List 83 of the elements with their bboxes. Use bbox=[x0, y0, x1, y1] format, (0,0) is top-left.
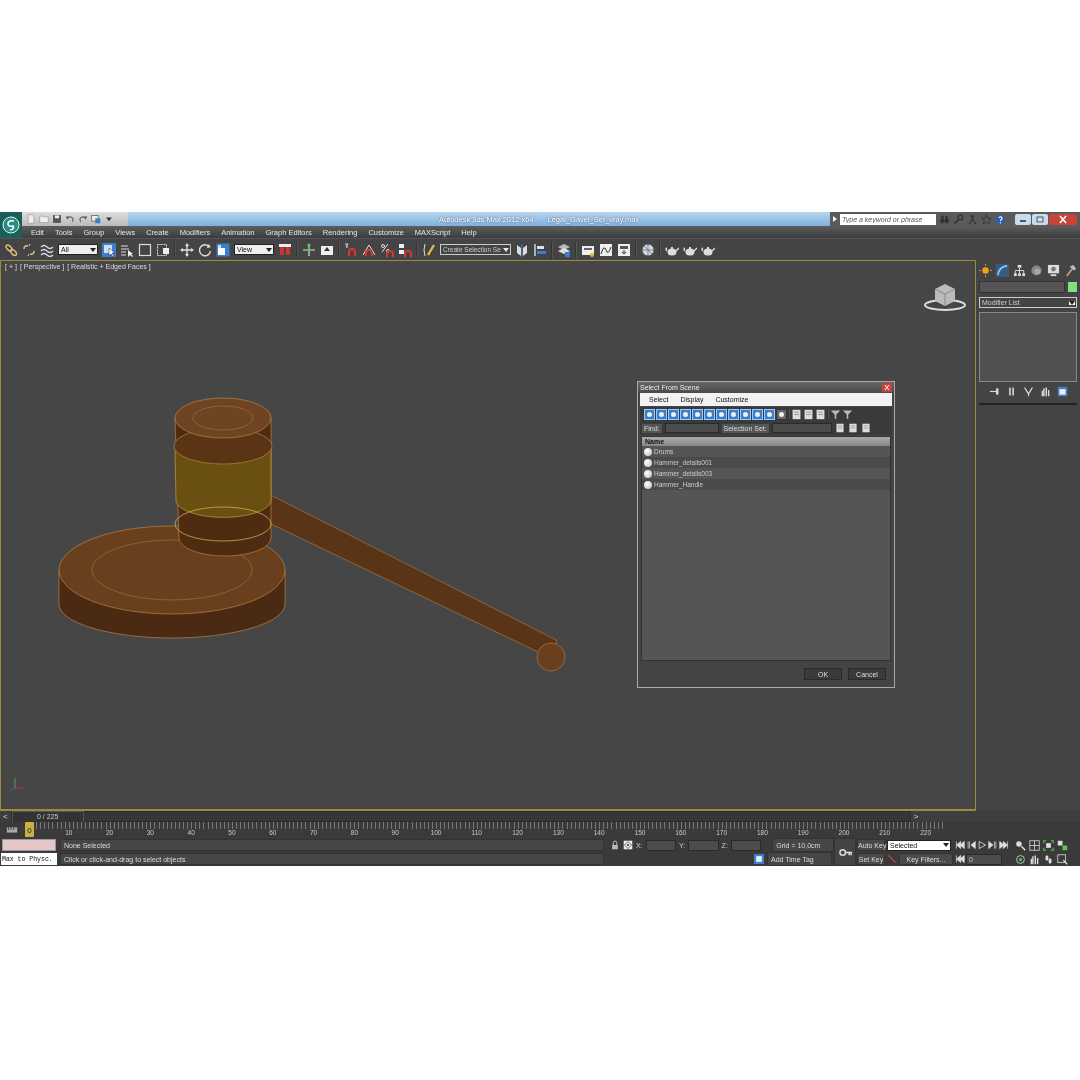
maximize-button[interactable] bbox=[1032, 213, 1048, 225]
sun-icon[interactable] bbox=[979, 264, 992, 277]
floppy-icon[interactable] bbox=[52, 214, 62, 224]
orbit-icon[interactable] bbox=[1015, 853, 1026, 865]
sphere-icon[interactable] bbox=[640, 242, 655, 257]
list-icon[interactable] bbox=[120, 242, 134, 257]
page-icon[interactable] bbox=[791, 408, 802, 420]
curve-icon[interactable] bbox=[996, 264, 1009, 277]
move-icon[interactable] bbox=[180, 242, 194, 257]
cursor-icon[interactable] bbox=[102, 242, 116, 257]
prev-frame-icon[interactable] bbox=[966, 840, 976, 850]
foot-icon[interactable] bbox=[1043, 853, 1054, 865]
close-button[interactable] bbox=[1049, 213, 1077, 225]
rectangle-icon[interactable] bbox=[138, 242, 152, 257]
color-swatch[interactable] bbox=[1068, 282, 1077, 292]
page-icon[interactable] bbox=[803, 408, 814, 420]
corner-icon[interactable] bbox=[1057, 853, 1068, 865]
redo-icon[interactable] bbox=[78, 214, 88, 224]
hierarchy-icon[interactable] bbox=[1013, 264, 1026, 277]
crosshair-icon[interactable] bbox=[302, 242, 316, 257]
hammer-icon[interactable] bbox=[1064, 264, 1077, 277]
chain-icon[interactable] bbox=[4, 242, 18, 257]
name-field[interactable] bbox=[979, 281, 1065, 293]
fork-icon[interactable] bbox=[1022, 386, 1034, 397]
mirror-icon[interactable] bbox=[514, 242, 529, 257]
pin-icon[interactable] bbox=[988, 386, 1000, 397]
stack-icon[interactable] bbox=[1056, 386, 1068, 397]
key-button[interactable] bbox=[834, 838, 856, 866]
layers-icon[interactable] bbox=[556, 242, 571, 257]
page-icon[interactable] bbox=[847, 423, 858, 433]
angle-icon[interactable] bbox=[362, 242, 376, 257]
lock-icon[interactable] bbox=[610, 840, 620, 850]
x-field[interactable] bbox=[645, 839, 676, 851]
next-frame-icon[interactable] bbox=[988, 840, 998, 850]
rotate-icon[interactable] bbox=[198, 242, 212, 257]
cubes-icon[interactable] bbox=[1057, 839, 1068, 851]
ruler-icon[interactable] bbox=[6, 824, 18, 836]
find-field[interactable] bbox=[664, 423, 719, 433]
z-field[interactable] bbox=[730, 839, 762, 851]
graph-icon[interactable] bbox=[598, 242, 613, 257]
funnel-icon[interactable] bbox=[842, 408, 853, 420]
page-icon[interactable] bbox=[860, 423, 871, 433]
panel-icon[interactable] bbox=[616, 242, 631, 257]
percent-icon[interactable] bbox=[380, 242, 394, 257]
window-icon[interactable] bbox=[156, 242, 170, 257]
grid-square-icon[interactable] bbox=[1029, 839, 1040, 851]
go-start-icon[interactable] bbox=[955, 854, 965, 864]
monitor-icon[interactable] bbox=[91, 214, 101, 224]
magnifier-icon[interactable] bbox=[1015, 839, 1026, 851]
display-icon[interactable] bbox=[1047, 264, 1060, 277]
broken-chain-icon[interactable] bbox=[22, 242, 36, 257]
pivot-icon[interactable] bbox=[278, 242, 292, 257]
wave-icon[interactable] bbox=[40, 242, 54, 257]
page-icon[interactable] bbox=[834, 423, 845, 433]
target-icon[interactable] bbox=[623, 840, 633, 850]
align-icon[interactable] bbox=[532, 242, 547, 257]
page-icon[interactable] bbox=[815, 408, 826, 420]
pencil-icon[interactable] bbox=[422, 242, 436, 257]
minimize-button[interactable] bbox=[1015, 213, 1031, 225]
previous-frame-button[interactable]: < bbox=[0, 811, 11, 822]
scale-icon[interactable] bbox=[216, 242, 230, 257]
viewcube-icon[interactable] bbox=[923, 281, 967, 311]
funnel-icon[interactable] bbox=[830, 408, 841, 420]
frame-marker[interactable]: 0 bbox=[25, 822, 34, 837]
listener-field[interactable] bbox=[2, 839, 56, 851]
magnet-icon[interactable] bbox=[344, 242, 358, 257]
go-start-icon[interactable] bbox=[955, 840, 965, 850]
slash-icon[interactable] bbox=[887, 854, 897, 864]
go-end-icon[interactable] bbox=[999, 840, 1009, 850]
help-icon[interactable] bbox=[995, 213, 1006, 225]
undo-icon[interactable] bbox=[65, 214, 75, 224]
filter-button[interactable] bbox=[776, 408, 787, 420]
star-icon[interactable] bbox=[981, 213, 992, 225]
close-button[interactable] bbox=[882, 383, 892, 392]
spinner-icon[interactable] bbox=[398, 242, 412, 257]
next-frame-button[interactable]: > bbox=[910, 811, 922, 822]
play-icon[interactable] bbox=[977, 840, 987, 850]
app-logo[interactable] bbox=[2, 216, 20, 234]
axis-icon bbox=[9, 776, 25, 792]
y-field[interactable] bbox=[688, 839, 719, 851]
frame-icon[interactable] bbox=[1043, 839, 1054, 851]
tag-icon[interactable] bbox=[754, 854, 764, 864]
disc-icon[interactable] bbox=[1030, 264, 1043, 277]
